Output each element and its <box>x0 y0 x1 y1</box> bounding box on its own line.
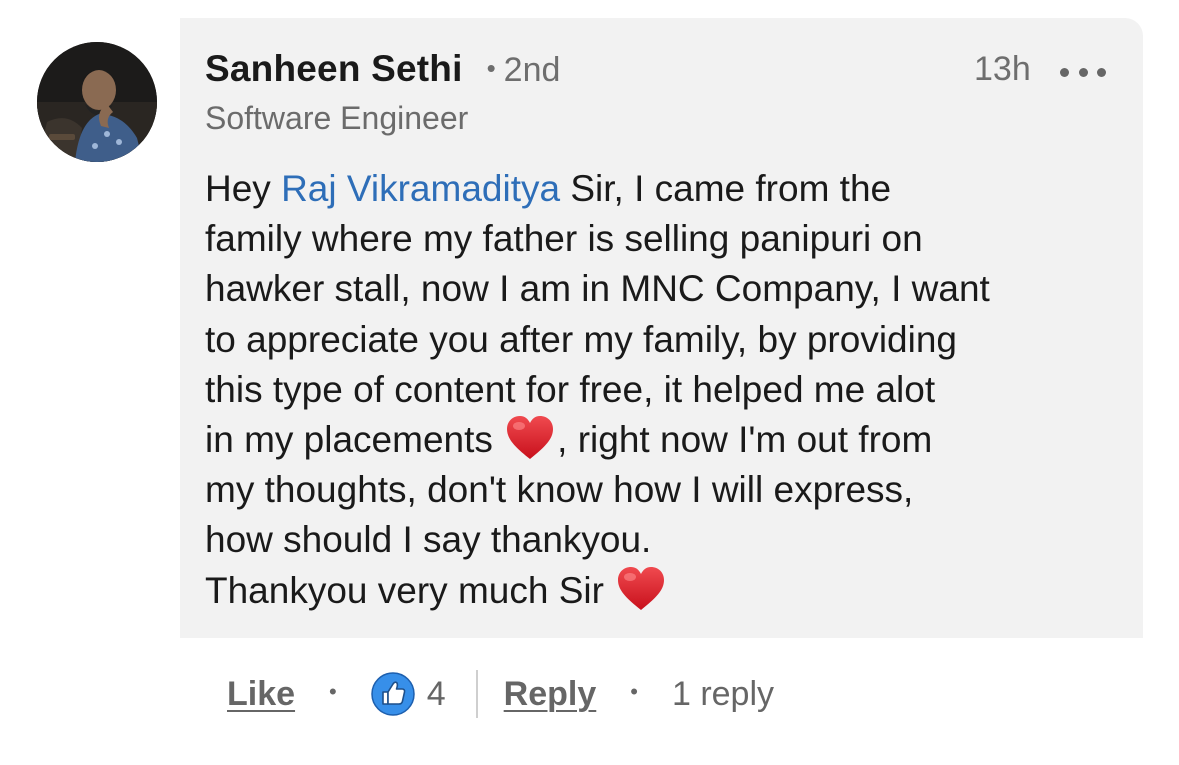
comment-line: to appreciate you after my family, by pr… <box>205 318 957 360</box>
comment-line: family where my father is selling panipu… <box>205 218 923 260</box>
timestamp: 13h <box>974 50 1031 88</box>
separator-dot: • <box>630 679 638 704</box>
comment-line: my thoughts, don't know how I will expre… <box>205 469 914 511</box>
comment-line: Thankyou very much Sir <box>205 566 1130 616</box>
comment-line: this type of content for free, it helped… <box>205 368 936 410</box>
separator-dot: • <box>329 679 337 704</box>
comment-bubble: Sanheen Sethi • 2nd 13h Software Enginee… <box>180 18 1143 638</box>
separator-dot: • <box>486 53 496 83</box>
red-heart-icon <box>616 566 666 612</box>
connection-degree: 2nd <box>503 51 561 89</box>
red-heart-icon <box>505 415 555 461</box>
comment-actions: Like • 4 Reply • 1 reply <box>227 668 774 720</box>
comment-line: in my placements , right now I'm out fro… <box>205 415 1130 465</box>
author-row: Sanheen Sethi • 2nd <box>205 48 560 90</box>
author-headline: Software Engineer <box>205 100 469 136</box>
comment-line: hawker stall, now I am in MNC Company, I… <box>205 268 990 310</box>
reaction-count[interactable]: 4 <box>427 675 446 714</box>
reply-button[interactable]: Reply <box>504 675 597 714</box>
replies-count-link[interactable]: 1 reply <box>672 675 774 714</box>
comment-card: Sanheen Sethi • 2nd 13h Software Enginee… <box>0 0 1179 765</box>
mention-link[interactable]: Raj Vikramaditya <box>281 168 560 209</box>
comment-text: Hey Raj Vikramaditya Sir, I came from th… <box>205 164 1130 616</box>
avatar[interactable] <box>37 42 157 162</box>
comment-line: how should I say thankyou. <box>205 519 652 561</box>
like-button[interactable]: Like <box>227 675 295 714</box>
thumbs-up-icon[interactable] <box>371 672 415 716</box>
more-horizontal-icon[interactable] <box>1060 62 1106 82</box>
author-name[interactable]: Sanheen Sethi <box>205 48 463 90</box>
comment-line: Hey Raj Vikramaditya Sir, I came from th… <box>205 168 892 209</box>
divider <box>475 670 478 718</box>
